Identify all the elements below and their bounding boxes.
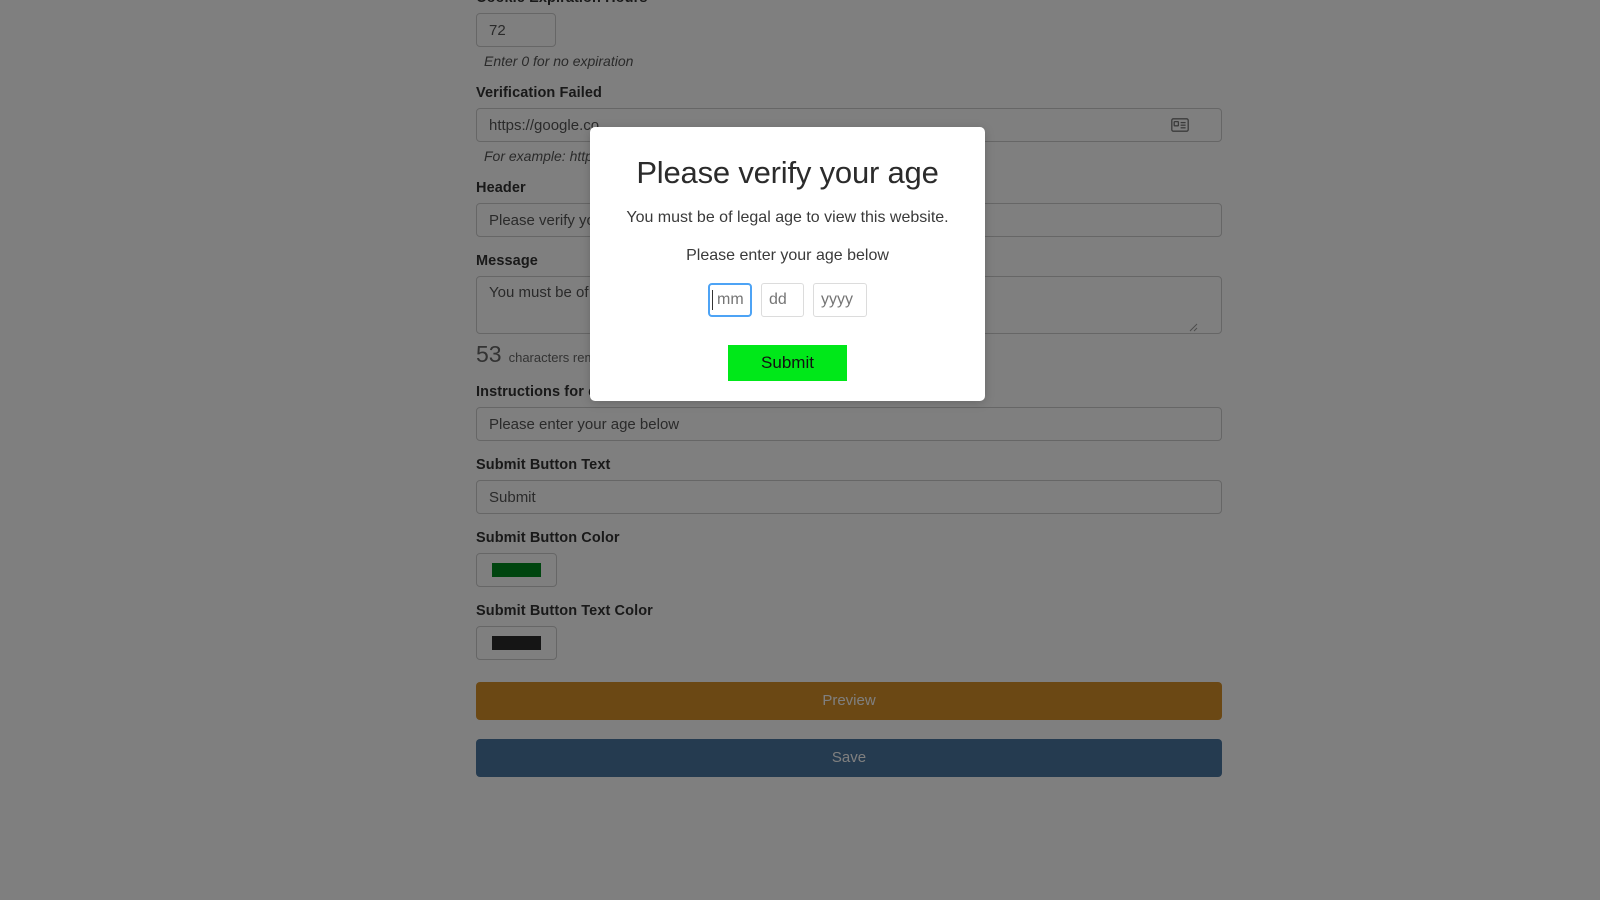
preview-button[interactable]: Preview [476, 682, 1222, 720]
instructions-enter-date-input[interactable] [476, 407, 1222, 441]
modal-instructions: Please enter your age below [608, 246, 967, 265]
month-field-wrap [708, 283, 752, 317]
cookie-expiration-hours-input[interactable] [476, 13, 556, 47]
age-verification-modal: Please verify your age You must be of le… [590, 127, 985, 401]
verification-failed-url-label: Verification Failed [476, 85, 1211, 101]
cookie-expiration-help-text: Enter 0 for no expiration [484, 53, 1211, 69]
text-cursor [712, 290, 713, 310]
field-cookie-expiration-hours: Cookie Expiration Hours Enter 0 for no e… [465, 0, 1211, 69]
submit-button-color-picker[interactable] [476, 553, 557, 587]
save-button[interactable]: Save [476, 739, 1222, 777]
field-submit-button-color: Submit Button Color [465, 530, 1211, 587]
page-root: Cookie Expiration Hours Enter 0 for no e… [0, 0, 1600, 900]
submit-button-color-label: Submit Button Color [476, 530, 1211, 546]
characters-remaining-count: 53 [476, 341, 502, 368]
submit-button-text-color-picker[interactable] [476, 626, 557, 660]
submit-button-text-color-swatch [492, 636, 541, 650]
modal-submit-button[interactable]: Submit [728, 345, 847, 381]
cookie-expiration-hours-label: Cookie Expiration Hours [476, 0, 1211, 6]
field-submit-button-text-color: Submit Button Text Color [465, 603, 1211, 660]
submit-button-text-label: Submit Button Text [476, 457, 1211, 473]
modal-heading: Please verify your age [608, 155, 967, 191]
date-year-input[interactable] [813, 283, 867, 317]
modal-message: You must be of legal age to view this we… [608, 208, 967, 227]
date-day-input[interactable] [761, 283, 804, 317]
date-of-birth-inputs [608, 283, 967, 317]
field-submit-button-text: Submit Button Text [465, 457, 1211, 514]
submit-button-text-input[interactable] [476, 480, 1222, 514]
submit-button-color-swatch [492, 563, 541, 577]
date-month-input[interactable] [708, 283, 752, 317]
submit-button-text-color-label: Submit Button Text Color [476, 603, 1211, 619]
